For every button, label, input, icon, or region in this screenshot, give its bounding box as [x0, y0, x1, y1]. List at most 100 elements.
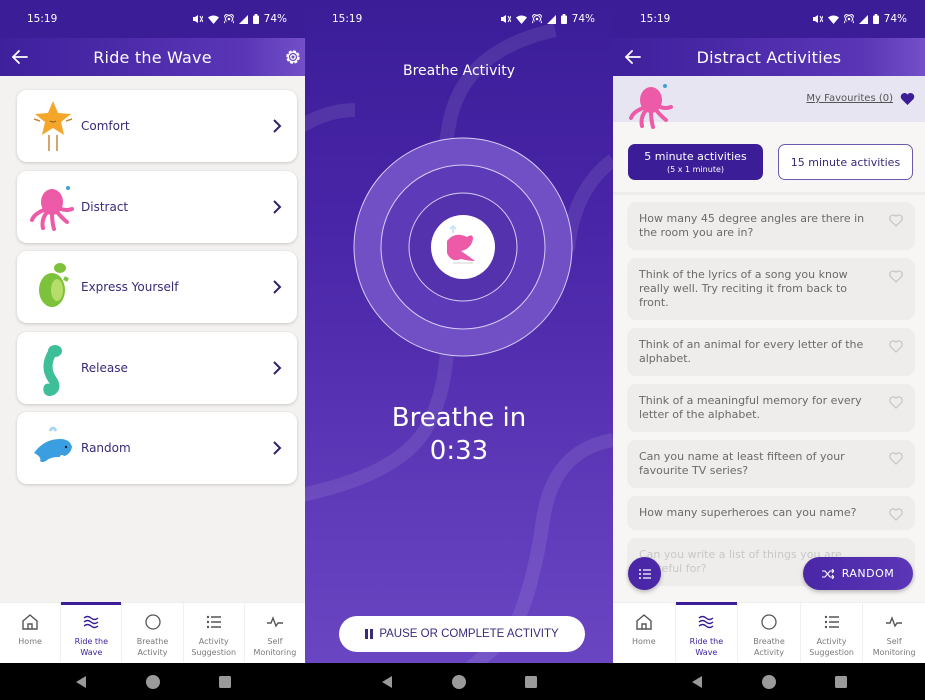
wifi-icon	[207, 15, 219, 24]
back-arrow-icon[interactable]	[10, 47, 30, 67]
heart-outline-icon[interactable]	[889, 452, 903, 465]
distract-activities-screen: 15:19 74% Distract Activities My Favouri…	[613, 0, 925, 700]
category-card-release[interactable]: Release	[17, 331, 297, 404]
activity-item[interactable]: Think of an animal for every letter of t…	[627, 328, 915, 376]
waves-icon	[698, 615, 714, 629]
status-icons: 74%	[500, 13, 595, 25]
system-home-icon[interactable]	[145, 674, 160, 689]
heart-outline-icon[interactable]	[889, 270, 903, 283]
category-card-comfort[interactable]: Comfort	[17, 90, 297, 162]
bottom-navigation: Home Ride the Wave Breathe Activity Acti…	[0, 602, 305, 663]
pause-button-label: PAUSE OR COMPLETE ACTIVITY	[379, 628, 559, 640]
bottom-navigation: Home Ride the Wave Breathe Activity Acti…	[613, 602, 925, 663]
nav-label: Home	[18, 637, 42, 646]
heart-outline-icon[interactable]	[889, 214, 903, 227]
chevron-right-icon	[273, 280, 282, 294]
hotspot-icon	[843, 14, 854, 24]
heart-outline-icon[interactable]	[889, 508, 903, 521]
battery-icon	[872, 14, 879, 24]
tab-5-minute-activities[interactable]: 5 minute activities (5 x 1 minute)	[628, 144, 763, 180]
hotspot-icon	[223, 14, 234, 24]
nav-item-home[interactable]: Home	[613, 603, 676, 663]
random-button[interactable]: RANDOM	[803, 557, 913, 590]
activity-item[interactable]: Can you name at least fifteen of your fa…	[627, 440, 915, 488]
status-time: 15:19	[332, 13, 363, 25]
nav-item-self-monitoring[interactable]: Self Monitoring	[245, 603, 305, 663]
heart-outline-icon[interactable]	[889, 396, 903, 409]
category-card-distract[interactable]: Distract	[17, 170, 297, 243]
screenshot-collage: 15:19 74% Ride the Wave Comfort Distract…	[0, 0, 925, 700]
list-view-button[interactable]	[628, 557, 661, 590]
wifi-icon	[515, 15, 527, 24]
nav-item-self-monitoring[interactable]: Self Monitoring	[863, 603, 925, 663]
settings-gear-icon[interactable]	[283, 47, 303, 67]
system-navigation-bar	[305, 663, 613, 700]
tab-15-minute-activities[interactable]: 15 minute activities	[778, 144, 913, 180]
duration-tabs: 5 minute activities (5 x 1 minute) 15 mi…	[628, 144, 913, 180]
nav-label: Breathe Activity	[753, 637, 785, 657]
nav-label: Activity Suggestion	[809, 637, 854, 657]
system-back-icon[interactable]	[380, 675, 394, 689]
nav-label: Self Monitoring	[253, 637, 297, 657]
system-recents-icon[interactable]	[218, 675, 232, 689]
category-label: Comfort	[81, 119, 130, 133]
pulse-icon	[886, 616, 903, 628]
pause-or-complete-button[interactable]: PAUSE OR COMPLETE ACTIVITY	[339, 616, 585, 652]
nav-item-breathe-activity[interactable]: Breathe Activity	[122, 603, 184, 663]
battery-icon	[560, 14, 567, 24]
breathe-activity-screen: 15:19 74% Breathe Activity Breathe in 0:…	[305, 0, 613, 700]
chevron-right-icon	[273, 441, 282, 455]
status-bar: 15:19 74%	[0, 0, 305, 38]
activity-item[interactable]: How many superheroes can you name?	[627, 496, 915, 530]
activity-text: Can you name at least fifteen of your fa…	[639, 450, 845, 477]
home-icon	[636, 614, 652, 630]
breathe-status: Breathe in 0:33	[305, 402, 613, 468]
activity-text: Think of the lyrics of a song you know r…	[639, 268, 848, 309]
system-home-icon[interactable]	[762, 674, 776, 689]
system-home-icon[interactable]	[452, 674, 466, 689]
breathing-rings	[353, 137, 573, 357]
activity-item[interactable]: Think of a meaningful memory for every l…	[627, 384, 915, 432]
category-label: Distract	[81, 199, 129, 214]
heart-filled-icon[interactable]	[900, 92, 915, 106]
page-title: Ride the Wave	[93, 47, 212, 67]
battery-level: 74%	[263, 13, 287, 25]
nav-label: Ride the Wave	[74, 637, 109, 657]
mute-icon	[500, 15, 511, 23]
octopus-mascot-icon	[27, 177, 79, 237]
nav-item-activity-suggestion[interactable]: Activity Suggestion	[801, 603, 864, 663]
activity-item[interactable]: How many 45 degree angles are there in t…	[627, 202, 915, 250]
page-title: Breathe Activity	[402, 63, 516, 79]
signal-icon	[238, 14, 248, 24]
nav-label: Self Monitoring	[872, 637, 916, 657]
back-arrow-icon[interactable]	[623, 47, 643, 67]
breathe-instruction: Breathe in	[391, 403, 527, 433]
system-recents-icon[interactable]	[524, 675, 538, 689]
mute-icon	[812, 15, 823, 23]
system-back-icon[interactable]	[690, 675, 704, 689]
my-favourites-link[interactable]: My Favourites (0)	[806, 93, 893, 104]
system-navigation-bar	[613, 663, 925, 700]
nav-item-activity-suggestion[interactable]: Activity Suggestion	[184, 603, 245, 663]
activity-text: How many superheroes can you name?	[639, 506, 857, 519]
category-label: Release	[81, 360, 128, 375]
chevron-right-icon	[273, 119, 282, 133]
nav-item-breathe-activity[interactable]: Breathe Activity	[738, 603, 801, 663]
nav-item-ride-the-wave[interactable]: Ride the Wave	[675, 602, 739, 663]
category-label: Express Yourself	[81, 280, 179, 294]
system-recents-icon[interactable]	[834, 675, 848, 689]
status-bar: 15:19 74%	[305, 0, 613, 38]
wifi-icon	[827, 15, 839, 24]
category-card-express-yourself[interactable]: Express Yourself	[17, 251, 297, 323]
system-back-icon[interactable]	[74, 675, 88, 689]
category-card-random[interactable]: Random	[17, 412, 297, 484]
seahorse-mascot-icon	[27, 338, 79, 398]
home-icon	[22, 614, 38, 630]
shark-mascot-icon	[27, 418, 79, 478]
nav-item-ride-the-wave[interactable]: Ride the Wave	[61, 602, 123, 663]
heart-outline-icon[interactable]	[889, 340, 903, 353]
activity-item[interactable]: Think of the lyrics of a song you know r…	[627, 258, 915, 320]
battery-level: 74%	[571, 13, 595, 25]
nav-item-home[interactable]: Home	[0, 603, 62, 663]
nav-label: Ride the Wave	[689, 637, 724, 657]
